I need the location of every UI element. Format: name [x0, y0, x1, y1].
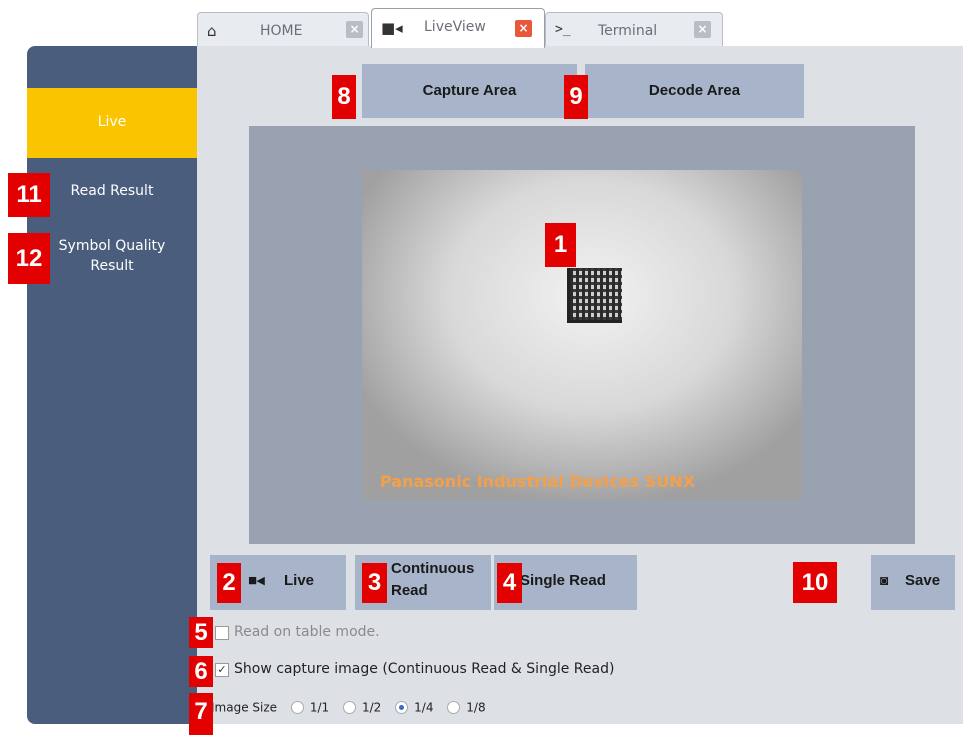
image-size-option: 1/4 — [414, 700, 434, 715]
decode-area-button[interactable]: Decode Area — [585, 64, 804, 118]
terminal-icon: >_ — [555, 22, 571, 37]
tab-terminal-label: Terminal — [598, 23, 658, 39]
tab-home[interactable]: ⌂ HOME × — [197, 12, 369, 48]
table-mode-label: Read on table mode. — [234, 624, 380, 640]
save-button[interactable]: ◙ Save — [871, 555, 955, 610]
callout-badge: 3 — [362, 563, 387, 603]
video-camera-icon: ■◂ — [381, 19, 403, 37]
image-size-option: 1/1 — [309, 700, 330, 715]
video-camera-icon: ■◂ — [248, 572, 265, 589]
home-icon: ⌂ — [207, 22, 217, 40]
capture-area-label: Capture Area — [422, 82, 517, 99]
capture-area-button[interactable]: Capture Area — [362, 64, 577, 118]
image-size-option: 1/8 — [466, 700, 486, 715]
callout-badge: 6 — [189, 656, 213, 687]
close-icon[interactable]: × — [346, 21, 363, 38]
image-size-label: Image Size — [211, 700, 278, 715]
close-icon[interactable]: × — [515, 20, 532, 37]
sidebar: Live Read Result Symbol Quality Result — [27, 46, 197, 724]
save-label: Save — [905, 572, 941, 589]
callout-badge: 11 — [8, 173, 50, 217]
callout-badge: 4 — [497, 563, 522, 603]
tab-home-label: HOME — [260, 23, 303, 39]
sidebar-item-live[interactable]: Live — [27, 88, 197, 158]
image-size-radio-1-8[interactable] — [447, 701, 461, 714]
image-size-radio-1-1[interactable] — [290, 701, 304, 714]
callout-badge: 1 — [545, 223, 576, 267]
callout-badge: 5 — [189, 617, 213, 648]
tab-liveview-label: LiveView — [424, 19, 486, 35]
callout-badge: 10 — [793, 562, 837, 603]
sidebar-item-label: Symbol Quality — [58, 238, 166, 254]
camera-watermark: Panasonic Industrial Devices SUNX — [380, 472, 696, 491]
tab-liveview[interactable]: ■◂ LiveView × — [371, 8, 545, 48]
image-size-radio-1-2[interactable] — [343, 701, 356, 714]
camera-image[interactable] — [362, 170, 802, 500]
callout-badge: 8 — [332, 75, 356, 119]
data-matrix-symbol — [567, 268, 622, 323]
show-capture-checkbox[interactable]: ✓ — [215, 663, 229, 677]
sidebar-item-label: Result — [90, 258, 134, 274]
continuous-read-label: Continuous — [391, 560, 475, 577]
decode-area-label: Decode Area — [648, 82, 741, 99]
table-mode-checkbox[interactable] — [215, 626, 229, 640]
callout-badge: 12 — [8, 233, 50, 284]
image-size-radio-1-4[interactable] — [395, 701, 409, 714]
image-size-row: Image Size 1/1 1/2 1/4 1/8 — [211, 700, 486, 715]
image-size-option: 1/2 — [362, 700, 382, 715]
callout-badge: 7 — [189, 693, 213, 735]
sidebar-item-symbol-quality-result[interactable]: Symbol Quality Result — [27, 238, 197, 282]
single-read-label: Single Read — [520, 572, 606, 589]
callout-badge: 9 — [564, 75, 588, 119]
continuous-read-label: Read — [391, 582, 428, 599]
close-icon[interactable]: × — [694, 21, 711, 38]
tab-terminal[interactable]: >_ Terminal × — [545, 12, 723, 48]
show-capture-label: Show capture image (Continuous Read & Si… — [234, 661, 615, 677]
sidebar-item-label: Live — [97, 114, 127, 130]
callout-badge: 2 — [217, 563, 241, 603]
live-label: Live — [284, 572, 315, 589]
camera-icon: ◙ — [880, 572, 889, 588]
sidebar-item-read-result[interactable]: Read Result — [27, 183, 197, 199]
